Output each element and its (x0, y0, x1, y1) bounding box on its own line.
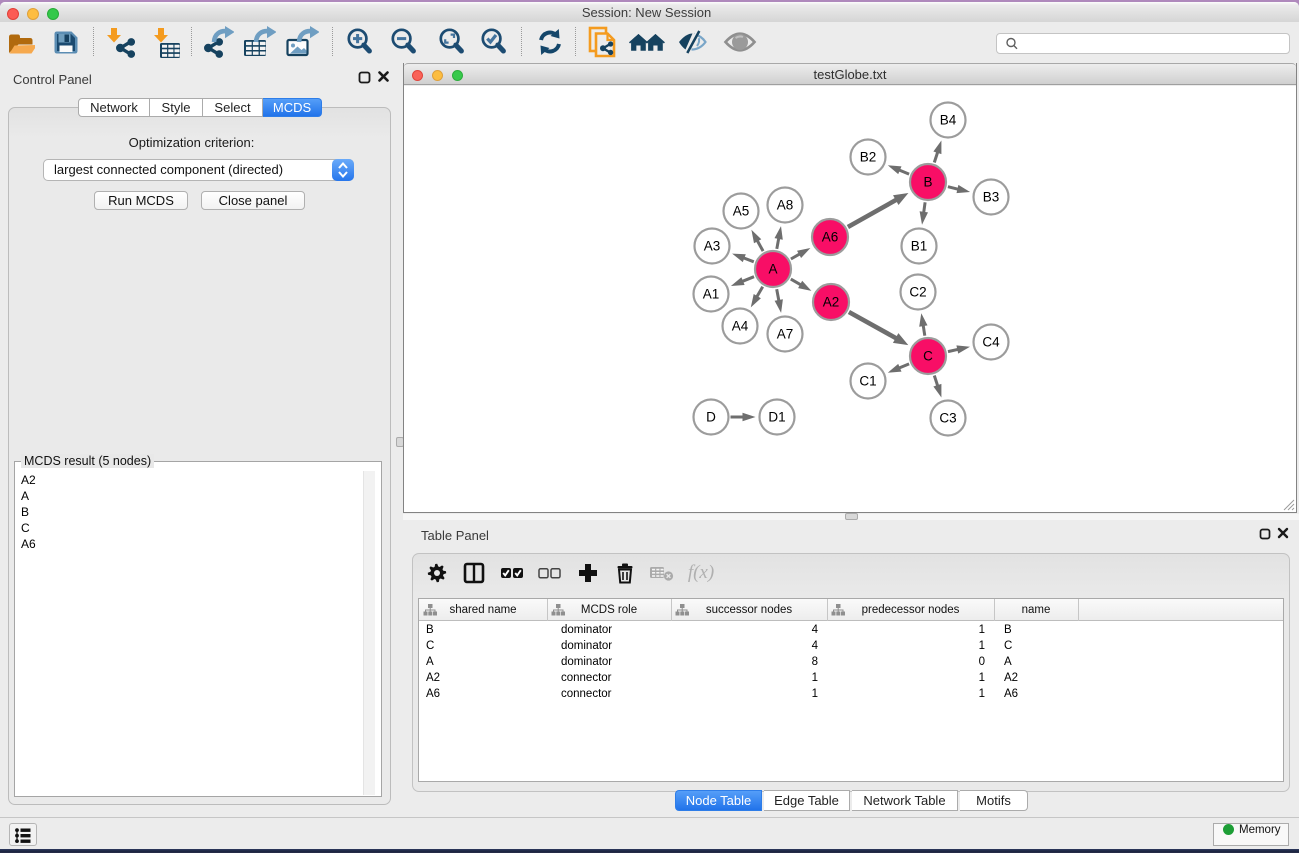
svg-text:B: B (923, 175, 932, 190)
svg-text:A2: A2 (823, 295, 840, 310)
svg-text:D1: D1 (768, 410, 785, 425)
svg-text:B3: B3 (983, 190, 1000, 205)
svg-text:D: D (706, 410, 716, 425)
svg-text:C: C (923, 349, 933, 364)
svg-text:C1: C1 (859, 374, 876, 389)
svg-text:A6: A6 (822, 230, 839, 245)
svg-text:A4: A4 (732, 319, 749, 334)
svg-text:C3: C3 (939, 411, 956, 426)
svg-text:B1: B1 (911, 239, 928, 254)
svg-text:A8: A8 (777, 198, 794, 213)
svg-text:C4: C4 (982, 335, 1000, 350)
svg-text:A5: A5 (733, 204, 750, 219)
svg-text:A7: A7 (777, 327, 794, 342)
svg-text:A3: A3 (704, 239, 721, 254)
svg-text:A: A (768, 262, 777, 277)
svg-text:C2: C2 (909, 285, 926, 300)
svg-text:B2: B2 (860, 150, 877, 165)
svg-text:A1: A1 (703, 287, 720, 302)
svg-text:B4: B4 (940, 113, 957, 128)
